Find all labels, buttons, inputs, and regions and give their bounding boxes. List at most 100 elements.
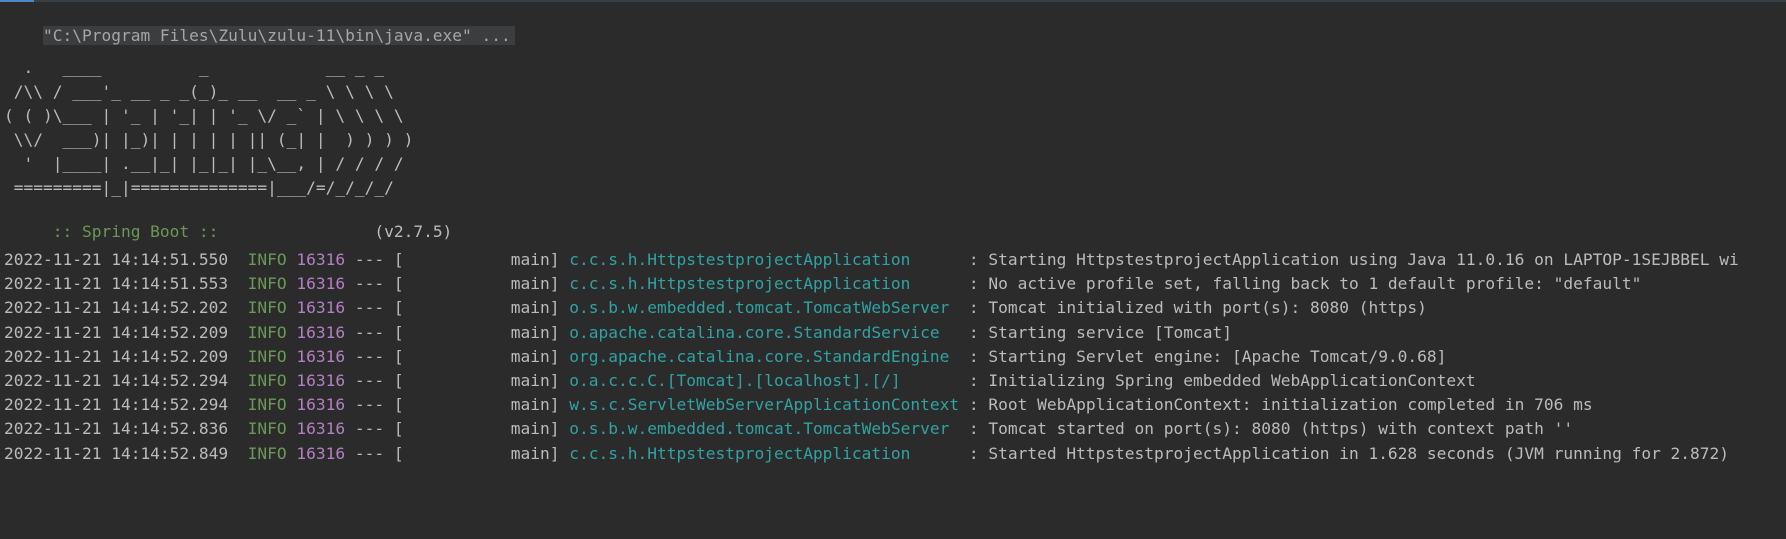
log-line[interactable]: 2022-11-21 14:14:52.849 INFO 16316 --- […	[4, 444, 1729, 464]
spring-boot-label: :: Spring Boot ::	[42, 222, 229, 241]
log-logger: o.s.b.w.embedded.tomcat.TomcatWebServer	[569, 419, 960, 439]
log-logger: o.a.c.c.C.[Tomcat].[localhost].[/]	[569, 371, 960, 390]
log-line[interactable]: 2022-11-21 14:14:52.294 INFO 16316 --- […	[4, 395, 1593, 415]
log-message: : Starting HttpstestprojectApplication u…	[959, 250, 1739, 269]
log-logger: w.s.c.ServletWebServerApplicationContext	[569, 395, 960, 415]
log-message: : Starting Servlet engine: [Apache Tomca…	[959, 346, 1447, 366]
log-message: : No active profile set, falling back to…	[959, 274, 1642, 294]
spring-boot-version-line: :: Spring Boot :: (v2.7.5)	[4, 202, 453, 241]
log-thread: --- [ main]	[354, 371, 560, 390]
log-level: INFO	[247, 419, 287, 439]
log-timestamp: 2022-11-21 14:14:52.202	[4, 298, 229, 318]
log-level: INFO	[247, 250, 287, 269]
banner-line: ( ( )\___ | '_ | '_| | '_ \/ _` | \ \ \ …	[4, 106, 404, 125]
command-line[interactable]: "C:\Program Files\Zulu\zulu-11\bin\java.…	[4, 6, 515, 45]
log-thread: --- [ main]	[354, 298, 560, 318]
log-logger: o.apache.catalina.core.StandardService	[569, 322, 960, 342]
log-timestamp: 2022-11-21 14:14:51.553	[4, 274, 229, 294]
log-logger: org.apache.catalina.core.StandardEngine	[569, 346, 960, 366]
console-tab-indicator	[0, 0, 34, 2]
log-pid: 16316	[296, 298, 346, 318]
log-level: INFO	[247, 443, 287, 463]
spring-boot-version: (v2.7.5)	[228, 222, 453, 241]
log-line[interactable]: 2022-11-21 14:14:52.836 INFO 16316 --- […	[4, 419, 1573, 439]
java-command[interactable]: "C:\Program Files\Zulu\zulu-11\bin\java.…	[42, 26, 515, 45]
log-pid: 16316	[296, 346, 346, 366]
log-level: INFO	[247, 371, 287, 390]
log-timestamp: 2022-11-21 14:14:52.294	[4, 395, 229, 415]
log-message: : Tomcat initialized with port(s): 8080 …	[959, 298, 1427, 318]
log-thread: --- [ main]	[354, 443, 560, 463]
log-message: : Started HttpstestprojectApplication in…	[959, 443, 1730, 463]
banner-line: =========|_|==============|___/=/_/_/_/	[4, 178, 394, 197]
banner-line: . ____ _ __ _ _	[4, 58, 385, 77]
log-pid: 16316	[296, 250, 346, 269]
log-pid: 16316	[296, 274, 346, 294]
log-line[interactable]: 2022-11-21 14:14:52.209 INFO 16316 --- […	[4, 323, 1232, 343]
log-thread: --- [ main]	[354, 274, 560, 294]
run-console[interactable]: "C:\Program Files\Zulu\zulu-11\bin\java.…	[0, 0, 1786, 539]
log-thread: --- [ main]	[354, 395, 560, 415]
log-logger: c.c.s.h.HttpstestprojectApplication	[569, 274, 960, 294]
log-timestamp: 2022-11-21 14:14:52.294	[4, 371, 229, 390]
log-thread: --- [ main]	[354, 419, 560, 439]
log-level: INFO	[247, 298, 287, 318]
log-level: INFO	[247, 346, 287, 366]
log-level: INFO	[247, 322, 287, 342]
log-line[interactable]: 2022-11-21 14:14:52.209 INFO 16316 --- […	[4, 347, 1446, 367]
log-timestamp: 2022-11-21 14:14:52.849	[4, 443, 229, 463]
log-line[interactable]: 2022-11-21 14:14:52.294 INFO 16316 --- […	[4, 371, 1476, 391]
log-line[interactable]: 2022-11-21 14:14:51.553 INFO 16316 --- […	[4, 274, 1641, 294]
log-timestamp: 2022-11-21 14:14:52.209	[4, 346, 229, 366]
log-timestamp: 2022-11-21 14:14:52.836	[4, 419, 229, 439]
log-pid: 16316	[296, 443, 346, 463]
log-pid: 16316	[296, 322, 346, 342]
log-thread: --- [ main]	[354, 346, 560, 366]
log-logger: c.c.s.h.HttpstestprojectApplication	[569, 250, 960, 269]
banner-line: ' |____| .__|_| |_|_| |_\__, | / / / /	[4, 154, 404, 173]
log-pid: 16316	[296, 371, 346, 390]
log-level: INFO	[247, 274, 287, 294]
log-message: : Tomcat started on port(s): 8080 (https…	[959, 419, 1574, 439]
log-message: : Initializing Spring embedded WebApplic…	[959, 371, 1476, 390]
console-top-border	[0, 0, 1786, 2]
log-logger: o.s.b.w.embedded.tomcat.TomcatWebServer	[569, 298, 960, 318]
log-line[interactable]: 2022-11-21 14:14:52.202 INFO 16316 --- […	[4, 298, 1427, 318]
log-line[interactable]: 2022-11-21 14:14:51.550 INFO 16316 --- […	[4, 250, 1739, 270]
log-thread: --- [ main]	[354, 250, 560, 269]
log-message: : Root WebApplicationContext: initializa…	[959, 395, 1593, 415]
log-thread: --- [ main]	[354, 322, 560, 342]
